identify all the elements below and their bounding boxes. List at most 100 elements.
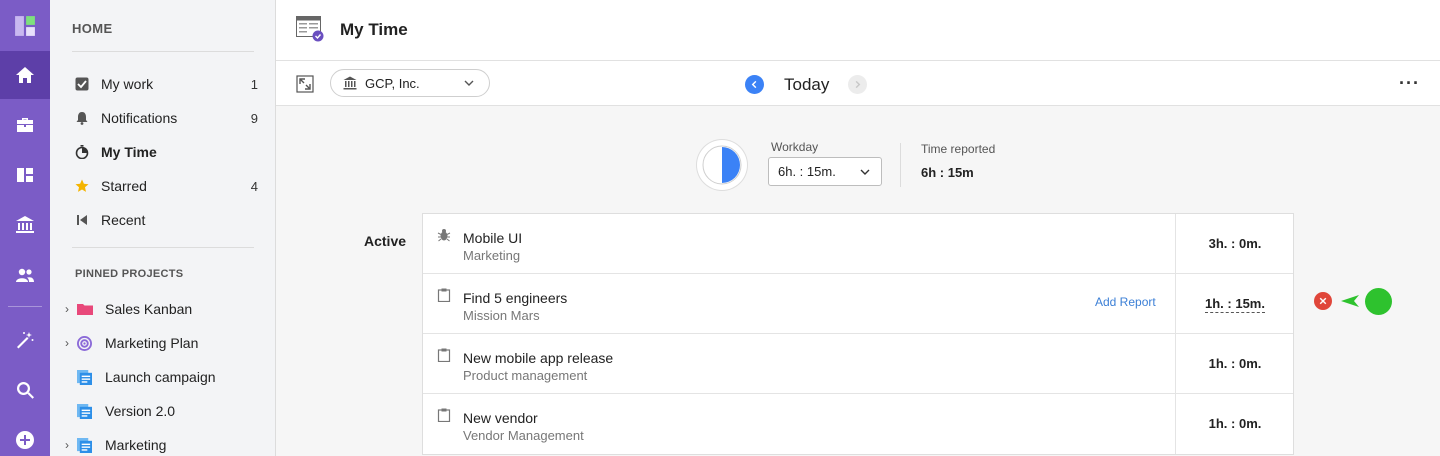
add-report-link[interactable]: Add Report: [1095, 295, 1156, 309]
task-row[interactable]: Find 5 engineers Mission Mars Add Report…: [423, 274, 1293, 334]
folder-icon: [77, 301, 95, 317]
add-icon[interactable]: [0, 416, 50, 456]
sidebar-divider: [72, 247, 254, 248]
bug-icon: [437, 229, 451, 242]
previous-day-button[interactable]: [745, 75, 764, 94]
task-time-value: 1h. : 0m.: [1208, 356, 1262, 371]
people-icon[interactable]: [0, 251, 50, 299]
project-label: Marketing: [105, 437, 167, 453]
sidebar-item-my-work[interactable]: My work 1: [72, 71, 258, 97]
pinned-projects-heading: PINNED PROJECTS: [75, 268, 184, 280]
logo-icon[interactable]: [0, 2, 50, 50]
time-reported-value: 6h : 15m: [921, 165, 974, 180]
clipboard-icon: [437, 408, 451, 422]
briefcase-icon[interactable]: [0, 101, 50, 149]
project-marketing-plan[interactable]: › Marketing Plan: [60, 330, 260, 356]
sidebar-heading: HOME: [72, 21, 113, 36]
toolbar: GCP, Inc. Today ···: [276, 61, 1440, 106]
clipboard-icon: [437, 348, 451, 362]
summary-divider: [900, 143, 901, 187]
chevron-right-icon[interactable]: ›: [60, 438, 74, 452]
bell-icon: [74, 110, 90, 126]
task-time-editable[interactable]: 1h. : 15m.: [1176, 296, 1294, 313]
home-icon[interactable]: [0, 51, 50, 99]
checkbox-icon: [74, 76, 90, 92]
chevron-right-icon[interactable]: ›: [60, 336, 74, 350]
chevron-left-icon: [751, 80, 757, 89]
sidebar-item-my-time[interactable]: My Time: [72, 139, 258, 165]
workday-select[interactable]: 6h. : 15m.: [768, 157, 882, 186]
active-task-list: Mobile UI Marketing 3h. : 0m. Find 5 eng…: [422, 213, 1294, 455]
task-time: 1h. : 0m.: [1176, 356, 1294, 371]
date-label: Today: [784, 75, 830, 94]
project-label: Version 2.0: [105, 403, 176, 419]
magic-wand-icon[interactable]: [0, 316, 50, 364]
sidebar-item-count: 9: [250, 110, 258, 126]
chevron-right-icon[interactable]: ›: [60, 302, 74, 316]
close-icon: [1319, 297, 1327, 305]
page-title: My Time: [340, 20, 408, 39]
list-icon: [77, 369, 95, 385]
rail-divider: [8, 306, 42, 307]
task-project: Vendor Management: [463, 428, 584, 443]
list-icon: [77, 437, 95, 453]
sidebar-item-starred[interactable]: Starred 4: [72, 173, 258, 199]
sidebar-item-count: 4: [250, 178, 258, 194]
task-time: 3h. : 0m.: [1176, 236, 1294, 251]
app-rail: [0, 0, 50, 456]
workday-progress-clock: [697, 140, 747, 190]
more-options-button[interactable]: ···: [1399, 73, 1420, 94]
workday-label: Workday: [771, 140, 819, 154]
task-row[interactable]: New mobile app release Product managemen…: [423, 334, 1293, 394]
task-project: Mission Mars: [463, 308, 540, 323]
project-version-2-0[interactable]: Version 2.0: [60, 398, 260, 424]
workday-select-value: 6h. : 15m.: [778, 164, 836, 179]
organization-select[interactable]: GCP, Inc.: [330, 69, 490, 97]
timesheet-icon: [296, 16, 324, 42]
sidebar-item-label: Notifications: [101, 110, 178, 126]
project-marketing[interactable]: › Marketing: [60, 432, 260, 456]
sidebar-item-notifications[interactable]: Notifications 9: [72, 105, 258, 131]
project-label: Sales Kanban: [105, 301, 193, 317]
timer-icon: [74, 144, 90, 160]
sidebar-item-recent[interactable]: Recent: [72, 207, 258, 233]
task-time-value: 3h. : 0m.: [1208, 236, 1262, 251]
task-project: Marketing: [463, 248, 521, 263]
sidebar-item-label: My Time: [101, 144, 157, 160]
sidebar-item-count: 1: [250, 76, 258, 92]
project-launch-campaign[interactable]: Launch campaign: [60, 364, 260, 390]
bank-icon: [343, 76, 357, 90]
list-icon: [77, 403, 95, 419]
task-time-value: 1h. : 0m.: [1208, 416, 1262, 431]
search-icon[interactable]: [0, 366, 50, 414]
expand-icon[interactable]: [296, 75, 314, 93]
project-label: Launch campaign: [105, 369, 216, 385]
organization-select-value: GCP, Inc.: [365, 75, 420, 91]
next-day-button[interactable]: [848, 75, 867, 94]
task-name: Find 5 engineers: [463, 290, 568, 306]
board-icon[interactable]: [0, 151, 50, 199]
arrow-left-icon: [1340, 294, 1360, 308]
chevron-down-icon: [860, 169, 870, 175]
sidebar: HOME My work 1 Notifications 9 My Time S…: [50, 0, 276, 456]
task-row[interactable]: Mobile UI Marketing 3h. : 0m.: [423, 214, 1293, 274]
sidebar-item-label: Recent: [101, 212, 146, 228]
sidebar-divider: [72, 51, 254, 52]
running-timer-indicator[interactable]: [1365, 288, 1392, 315]
task-row[interactable]: New vendor Vendor Management 1h. : 0m.: [423, 394, 1293, 454]
task-project: Product management: [463, 368, 588, 383]
task-name: New mobile app release: [463, 350, 614, 366]
stop-timer-button[interactable]: [1314, 292, 1332, 310]
sidebar-item-label: Starred: [101, 178, 147, 194]
recent-icon: [74, 212, 90, 228]
project-sales-kanban[interactable]: › Sales Kanban: [60, 296, 260, 322]
time-reported-label: Time reported: [921, 142, 996, 156]
chevron-down-icon: [464, 80, 474, 86]
page-header: My Time: [276, 0, 1440, 61]
clipboard-icon: [437, 288, 451, 302]
bank-icon[interactable]: [0, 201, 50, 249]
project-label: Marketing Plan: [105, 335, 199, 351]
task-time: 1h. : 0m.: [1176, 416, 1294, 431]
task-time-value: 1h. : 15m.: [1205, 296, 1265, 313]
chevron-right-icon: [855, 80, 861, 89]
